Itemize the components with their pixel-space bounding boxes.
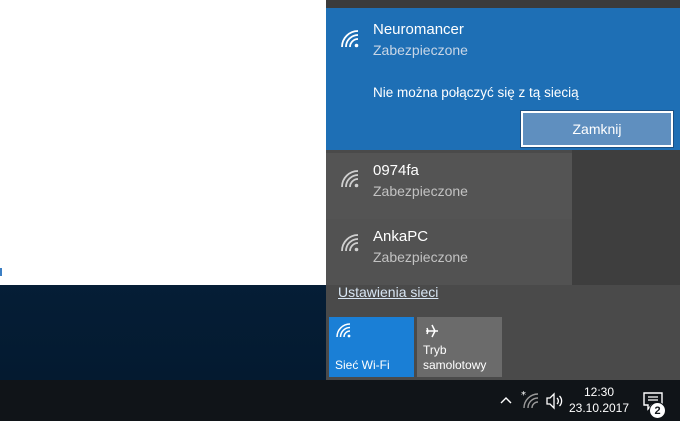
clock-date: 23.10.2017 [568, 401, 630, 415]
flyout-top-strip [326, 0, 680, 8]
wifi-icon [335, 322, 353, 340]
network-tray-icon[interactable]: * [521, 389, 539, 411]
flyout-dim-area [572, 150, 680, 285]
network-item-ankapc[interactable]: AnkaPC Zabezpieczone [326, 219, 572, 285]
connection-error-message: Nie można połączyć się z tą siecią [373, 85, 579, 100]
wifi-toggle-tile[interactable]: Sieć Wi-Fi [329, 317, 414, 377]
notification-count-badge: 2 [649, 402, 666, 419]
network-name: AnkaPC [373, 228, 429, 245]
airplane-mode-tile[interactable]: Tryb samolotowy [417, 317, 502, 377]
chevron-up-icon[interactable] [498, 393, 514, 407]
network-item-0974fa[interactable]: 0974fa Zabezpieczone [326, 153, 572, 219]
network-flyout: Neuromancer Zabezpieczone Nie można połą… [326, 0, 680, 380]
clock[interactable]: 12:30 23.10.2017 [568, 384, 630, 416]
volume-icon[interactable] [545, 392, 565, 410]
wifi-secured-icon [340, 233, 362, 255]
network-item-neuromancer[interactable]: Neuromancer Zabezpieczone Nie można połą… [326, 8, 680, 150]
airplane-icon [423, 322, 441, 340]
tile-label: Sieć Wi-Fi [335, 358, 390, 372]
clock-time: 12:30 [583, 385, 615, 399]
network-settings-link[interactable]: Ustawienia sieci [338, 284, 438, 300]
network-name: 0974fa [373, 162, 419, 179]
network-status: Zabezpieczone [373, 183, 468, 199]
wifi-secured-icon [340, 29, 362, 51]
wifi-secured-icon [340, 169, 362, 191]
app-window [0, 0, 326, 285]
taskbar: * 12:30 23.10.2017 2 [0, 380, 680, 421]
window-edge-marker [0, 268, 2, 276]
network-status: Zabezpieczone [373, 249, 468, 265]
tile-label: Tryb samolotowy [423, 343, 487, 372]
svg-text:*: * [521, 390, 526, 401]
close-button[interactable]: Zamknij [520, 110, 674, 148]
network-status: Zabezpieczone [373, 42, 468, 58]
network-name: Neuromancer [373, 21, 464, 38]
